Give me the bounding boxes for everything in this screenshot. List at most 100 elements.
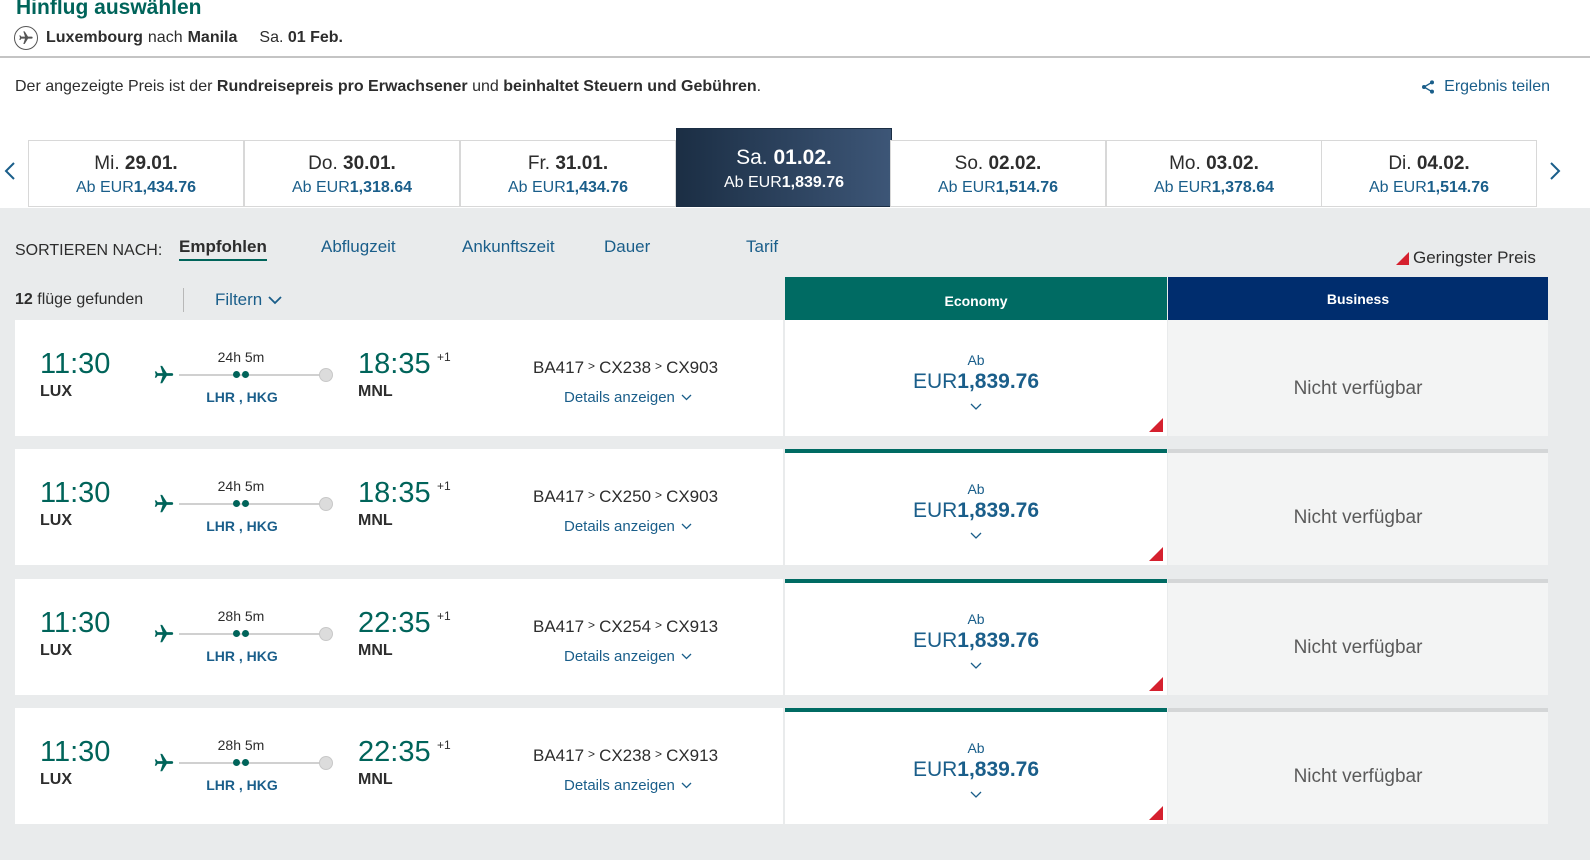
- route-connector: nach: [147, 29, 183, 46]
- route-track: [179, 633, 327, 635]
- date-tab-price-value: 1,514.76: [995, 179, 1059, 196]
- cabin-header-business: Business: [1168, 277, 1548, 321]
- sort-option-duration[interactable]: Dauer: [604, 237, 650, 257]
- business-fare-cell: Nicht verfügbar: [1168, 579, 1548, 695]
- flight-numbers: BA417 > CX250 > CX903: [533, 487, 718, 507]
- date-tab-3[interactable]: Sa. 01.02. Ab EUR1,839.76: [676, 128, 892, 207]
- arrival-time: 22:35: [358, 607, 431, 639]
- stop-dot: [233, 500, 240, 507]
- date-tab-date: Mo. 03.02.: [1107, 153, 1321, 175]
- details-link[interactable]: Details anzeigen: [564, 777, 692, 794]
- date-tab-0[interactable]: Mi. 29.01. Ab EUR1,434.76: [28, 140, 244, 207]
- date-tab-price-value: 1,318.64: [349, 179, 413, 196]
- arrival-airport: MNL: [358, 383, 393, 400]
- chevron-right-icon: >: [655, 747, 663, 761]
- price-value: 1,839.76: [957, 370, 1040, 393]
- airplane-icon: [154, 753, 174, 772]
- price-currency: EUR: [912, 370, 958, 393]
- date-tab-4[interactable]: So. 02.02. Ab EUR1,514.76: [890, 140, 1106, 207]
- chevron-down-icon: [970, 791, 982, 798]
- flight-info[interactable]: 11:30 LUX 24h 5m LHR , HKG 18:35 +1 MNL BA417 > C…: [15, 449, 783, 565]
- departure-airport: LUX: [40, 512, 72, 529]
- flight-number: CX238: [599, 746, 652, 765]
- date-tab-day: Di.: [1388, 153, 1412, 174]
- route-summary: Luxembourg nach Manila Sa. 01 Feb.: [14, 26, 343, 50]
- chevron-right-icon: >: [655, 618, 663, 632]
- price-from-label: Ab: [967, 352, 985, 368]
- price-currency: EUR: [912, 499, 958, 522]
- cabin-header-economy: Economy: [785, 277, 1167, 325]
- flight-info[interactable]: 11:30 LUX 28h 5m LHR , HKG 22:35 +1 MNL BA417 > C…: [15, 579, 783, 695]
- flight-numbers: BA417 > CX254 > CX913: [533, 617, 718, 637]
- date-tab-1[interactable]: Do. 30.01. Ab EUR1,318.64: [244, 140, 460, 207]
- flight-numbers: BA417 > CX238 > CX903: [533, 358, 718, 378]
- filter-button[interactable]: Filtern: [215, 290, 282, 310]
- economy-price: EUR1,839.76: [785, 758, 1167, 782]
- flight-numbers: BA417 > CX238 > CX913: [533, 746, 718, 766]
- economy-fare-cell[interactable]: Ab EUR1,839.76: [785, 579, 1167, 695]
- economy-fare-cell[interactable]: Ab EUR1,839.76: [785, 320, 1167, 436]
- details-link[interactable]: Details anzeigen: [564, 389, 692, 406]
- arrival-time: 22:35: [358, 736, 431, 768]
- sort-option-recommended[interactable]: Empfohlen: [179, 237, 267, 261]
- departure-airport: LUX: [40, 642, 72, 659]
- route-date: 01 Feb.: [287, 29, 343, 46]
- price-value: 1,839.76: [957, 629, 1040, 652]
- date-tab-price: Ab EUR1,514.76: [1322, 179, 1536, 197]
- sort-option-departure[interactable]: Abflugzeit: [321, 237, 396, 257]
- departure-time: 11:30: [40, 736, 111, 768]
- chevron-left-icon: [4, 162, 15, 180]
- economy-price: EUR1,839.76: [785, 499, 1167, 523]
- business-unavailable: Nicht verfügbar: [1293, 378, 1423, 399]
- flight-number: CX913: [666, 617, 719, 636]
- chevron-right-icon: >: [588, 618, 596, 632]
- divider: [183, 288, 184, 312]
- economy-fare-cell[interactable]: Ab EUR1,839.76: [785, 708, 1167, 824]
- flight-row: 11:30 LUX 24h 5m LHR , HKG 18:35 +1 MNL BA417 > C…: [15, 449, 1548, 565]
- stopover-airports: LHR , HKG: [206, 648, 278, 664]
- share-results-link[interactable]: Ergebnis teilen: [1420, 78, 1550, 96]
- economy-fare-cell[interactable]: Ab EUR1,839.76: [785, 449, 1167, 565]
- sort-option-fare[interactable]: Tarif: [746, 237, 778, 257]
- date-tab-price-value: 1,434.76: [133, 179, 197, 196]
- stopover-airports: LHR , HKG: [206, 777, 278, 793]
- date-tab-date: So. 02.02.: [891, 153, 1105, 175]
- date-tab-6[interactable]: Di. 04.02. Ab EUR1,514.76: [1321, 140, 1537, 207]
- date-tab-2[interactable]: Fr. 31.01. Ab EUR1,434.76: [460, 140, 676, 207]
- business-fare-cell: Nicht verfügbar: [1168, 449, 1548, 565]
- date-tab-day: Mi.: [94, 153, 120, 174]
- details-link[interactable]: Details anzeigen: [564, 648, 692, 665]
- origin-city: Luxembourg: [46, 29, 143, 46]
- day-offset: +1: [437, 350, 451, 364]
- date-selector: Mi. 29.01. Ab EUR1,434.76 Do. 30.01. Ab EUR…: [0, 128, 1590, 208]
- day-offset: +1: [437, 479, 451, 493]
- stop-dot: [242, 630, 249, 637]
- date-tab-price-prefix: Ab EUR: [75, 179, 134, 196]
- chevron-down-icon: [970, 532, 982, 539]
- date-tab-price: Ab EUR1,434.76: [29, 179, 243, 197]
- destination-dot: [319, 368, 333, 382]
- date-tab-date: Mi. 29.01.: [29, 153, 243, 175]
- next-dates-button[interactable]: [1545, 156, 1565, 186]
- flight-info[interactable]: 11:30 LUX 28h 5m LHR , HKG 22:35 +1 MNL BA417 > C…: [15, 708, 783, 824]
- date-tab-price: Ab EUR1,318.64: [245, 179, 459, 197]
- price-currency: EUR: [912, 629, 958, 652]
- destination-dot: [319, 756, 333, 770]
- flight-duration: 28h 5m: [217, 608, 265, 624]
- date-tab-day: Sa.: [736, 146, 768, 169]
- business-fare-cell: Nicht verfügbar: [1168, 708, 1548, 824]
- details-label: Details anzeigen: [564, 389, 675, 406]
- route-track: [179, 503, 327, 505]
- previous-dates-button[interactable]: [0, 156, 20, 186]
- date-tab-daydate: 02.02.: [988, 153, 1042, 174]
- details-link[interactable]: Details anzeigen: [564, 518, 692, 535]
- stopover-airports: LHR , HKG: [206, 518, 278, 534]
- lowest-price-marker-icon: [1149, 806, 1163, 820]
- sort-option-arrival[interactable]: Ankunftszeit: [462, 237, 555, 257]
- date-tab-5[interactable]: Mo. 03.02. Ab EUR1,378.64: [1106, 140, 1322, 207]
- flight-info[interactable]: 11:30 LUX 24h 5m LHR , HKG 18:35 +1 MNL BA417 > C…: [15, 320, 783, 436]
- details-label: Details anzeigen: [564, 518, 675, 535]
- flight-number: BA417: [533, 487, 585, 506]
- date-tab-price-prefix: Ab EUR: [1368, 179, 1427, 196]
- destination-dot: [319, 627, 333, 641]
